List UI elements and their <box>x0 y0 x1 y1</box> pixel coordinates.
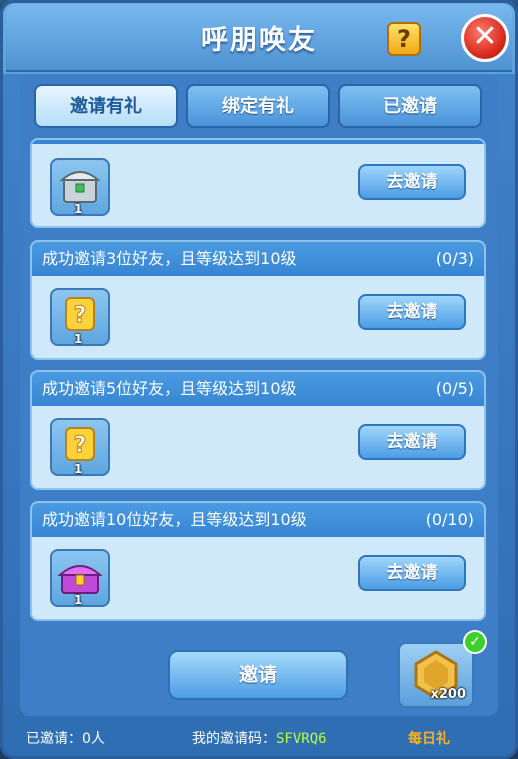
daily-reward-label[interactable]: 每日礼 <box>408 728 450 748</box>
tab-bind-rewards[interactable]: 绑定有礼 <box>186 84 330 128</box>
invite-code-label: 我的邀请码： <box>192 731 276 747</box>
task-progress: (0/5) <box>435 379 474 398</box>
task-progress: (0/10) <box>425 510 474 529</box>
reward-slot[interactable]: ? 1 <box>50 418 110 476</box>
tab-invited[interactable]: 已邀请 <box>338 84 482 128</box>
reward-slot[interactable]: ? 1 <box>50 288 110 346</box>
tab-invite-rewards[interactable]: 邀请有礼 <box>34 84 178 128</box>
invite-button[interactable]: 邀请 <box>168 650 348 700</box>
task-description: 成功邀请10位好友，且等级达到10级 <box>42 510 307 529</box>
check-icon: ✓ <box>463 630 487 654</box>
card-header-edge <box>32 140 484 144</box>
task-description: 成功邀请5位好友，且等级达到10级 <box>42 379 297 398</box>
svg-text:?: ? <box>74 433 87 458</box>
invite-code: 我的邀请码：SFVRQ6 <box>192 728 327 748</box>
reward-slot[interactable]: 1 <box>50 158 110 216</box>
dialog-title: 呼朋唤友 <box>201 25 317 56</box>
invite-code-value[interactable]: SFVRQ6 <box>276 731 327 747</box>
reward-slot[interactable]: 1 <box>50 549 110 607</box>
go-invite-button[interactable]: 去邀请 <box>358 424 466 460</box>
task-header: 成功邀请10位好友，且等级达到10级 (0/10) <box>32 503 484 537</box>
svg-text:?: ? <box>74 303 87 328</box>
task-header: 成功邀请5位好友，且等级达到10级 (0/5) <box>32 372 484 406</box>
go-invite-button[interactable]: 去邀请 <box>358 164 466 200</box>
go-invite-button[interactable]: 去邀请 <box>358 555 466 591</box>
reward-count: 1 <box>74 462 83 476</box>
close-button[interactable]: ✕ <box>461 14 509 62</box>
go-invite-button[interactable]: 去邀请 <box>358 294 466 330</box>
daily-reward-slot[interactable]: x200 <box>398 642 474 708</box>
reward-count: 1 <box>74 593 83 607</box>
task-description: 成功邀请3位好友，且等级达到10级 <box>42 249 297 268</box>
task-header: 成功邀请3位好友，且等级达到10级 (0/3) <box>32 242 484 276</box>
task-progress: (0/3) <box>435 249 474 268</box>
daily-reward-count: x200 <box>430 687 466 702</box>
help-button[interactable]: ? <box>387 22 421 56</box>
reward-count: 1 <box>74 202 83 216</box>
reward-count: 1 <box>74 332 83 346</box>
invited-count: 已邀请：0人 <box>26 731 105 747</box>
